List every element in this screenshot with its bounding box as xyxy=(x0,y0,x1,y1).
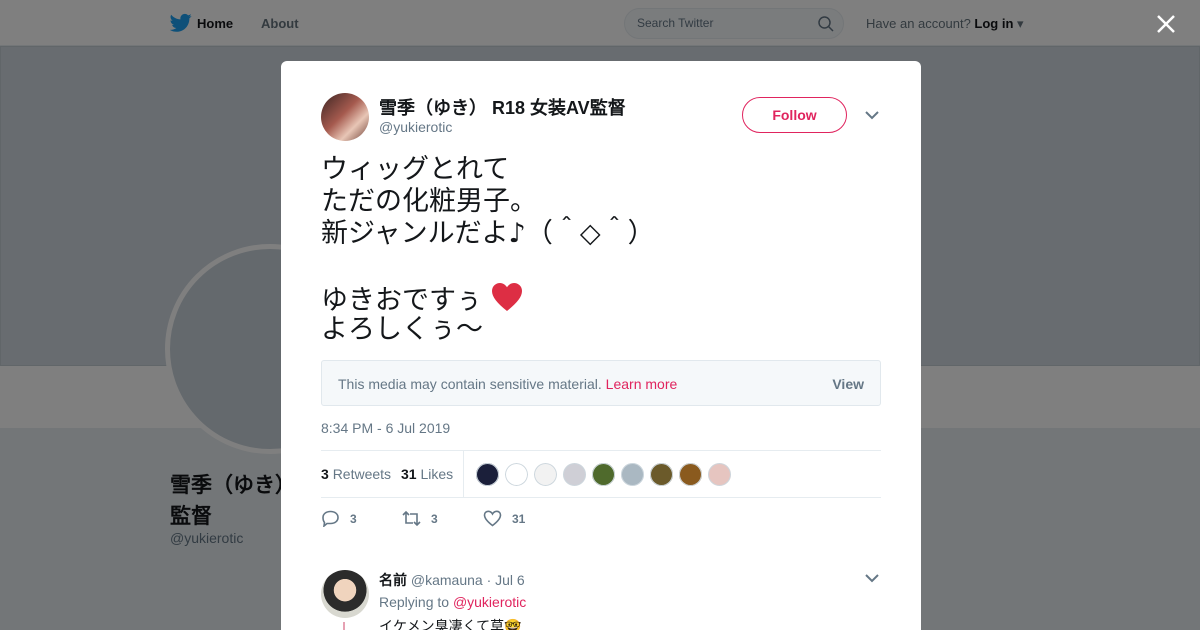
author-name[interactable]: 雪季（ゆき） R18 女装AV監督 xyxy=(379,94,626,120)
tweet-text-line xyxy=(321,250,655,282)
liker-avatar[interactable] xyxy=(649,462,674,487)
retweets-count: 3 xyxy=(321,466,329,482)
retweets-label: Retweets xyxy=(332,466,392,482)
likes-label: Likes xyxy=(420,466,454,482)
author-handle[interactable]: @yukierotic xyxy=(379,119,452,135)
liker-avatar[interactable] xyxy=(533,462,558,487)
tweet-stats: 3 Retweets 31 Likes xyxy=(321,450,881,498)
tweet-text-line: ただの化粧男子。 xyxy=(321,186,537,217)
like-action[interactable]: 31 xyxy=(483,510,525,527)
tweet-text: ウィッグとれて ただの化粧男子。 新ジャンルだよ♪（＾◇＾） ゆきおですぅ よろ… xyxy=(321,154,655,346)
liker-avatar[interactable] xyxy=(504,462,529,487)
tweet-text-line: よろしくぅ～ xyxy=(321,314,483,345)
liker-avatar[interactable] xyxy=(678,462,703,487)
sensitive-text: This media may contain sensitive materia… xyxy=(338,376,677,392)
liker-avatar[interactable] xyxy=(475,462,500,487)
view-media-button[interactable]: View xyxy=(832,376,864,392)
tweet-modal: 雪季（ゆき） R18 女装AV監督 @yukierotic Follow ウィッ… xyxy=(281,61,921,630)
liker-avatar[interactable] xyxy=(707,462,732,487)
heart-icon xyxy=(483,510,502,527)
liker-avatar[interactable] xyxy=(591,462,616,487)
reply-icon xyxy=(322,510,339,527)
reply-author-name[interactable]: 名前 xyxy=(379,572,407,588)
reply-text: イケメン臭凄くて草🤓 xyxy=(379,619,522,630)
tweet-text-line: ウィッグとれて xyxy=(321,154,510,185)
chevron-down-icon[interactable] xyxy=(865,111,879,120)
likes-stat[interactable]: 31 Likes xyxy=(401,466,453,482)
likes-count: 31 xyxy=(401,466,417,482)
heart-emoji-icon xyxy=(491,283,522,311)
liker-avatar[interactable] xyxy=(562,462,587,487)
reply-author-handle[interactable]: @kamauna xyxy=(411,572,483,588)
reply-header: 名前 @kamauna · Jul 6 xyxy=(379,570,525,590)
reply-action[interactable]: 3 xyxy=(321,510,357,527)
author-avatar[interactable] xyxy=(321,93,369,141)
close-icon[interactable] xyxy=(1155,13,1177,35)
chevron-down-icon[interactable] xyxy=(865,574,879,583)
sensitive-message: This media may contain sensitive materia… xyxy=(338,376,602,392)
reply-date[interactable]: · Jul 6 xyxy=(487,572,525,588)
follow-button[interactable]: Follow xyxy=(742,97,847,133)
reply-avatar[interactable] xyxy=(321,570,369,618)
retweets-stat[interactable]: 3 Retweets xyxy=(321,466,391,482)
stats-divider xyxy=(463,451,464,497)
liker-avatar[interactable] xyxy=(620,462,645,487)
reply-thread-line xyxy=(343,622,345,630)
replying-label: Replying to xyxy=(379,594,450,610)
reply-count: 3 xyxy=(350,511,357,526)
retweet-count: 3 xyxy=(431,511,438,526)
learn-more-link[interactable]: Learn more xyxy=(606,376,678,392)
like-count: 31 xyxy=(512,511,526,526)
tweet-text-line: 新ジャンルだよ♪（＾◇＾） xyxy=(321,218,655,249)
retweet-icon xyxy=(402,510,421,527)
replying-to-link[interactable]: @yukierotic xyxy=(453,594,526,610)
sensitive-media-notice: This media may contain sensitive materia… xyxy=(321,360,881,406)
tweet-timestamp[interactable]: 8:34 PM - 6 Jul 2019 xyxy=(321,420,450,436)
tweet-text-line: ゆきおですぅ xyxy=(321,285,483,316)
retweet-action[interactable]: 3 xyxy=(402,510,438,527)
replying-to: Replying to @yukierotic xyxy=(379,594,526,610)
